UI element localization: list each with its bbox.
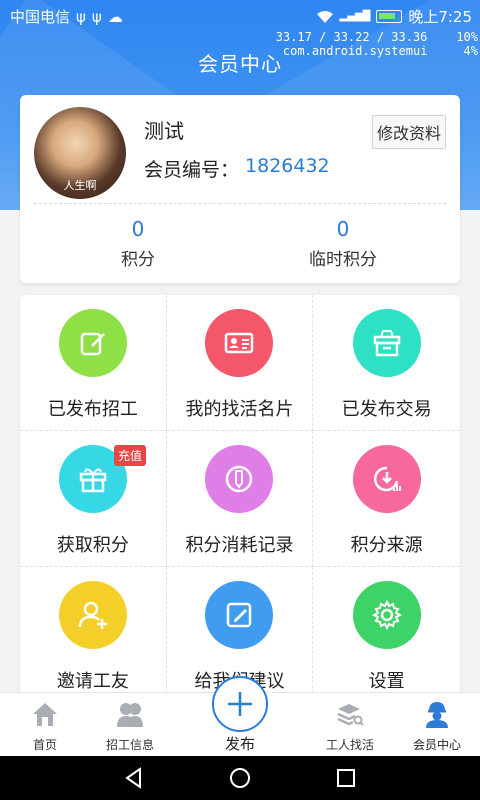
- menu-item-my-card[interactable]: 我的找活名片: [166, 295, 314, 431]
- publish-button[interactable]: [212, 676, 268, 732]
- download-chart-icon: [352, 445, 421, 513]
- points-label: 积分: [121, 250, 155, 270]
- battery-icon: [376, 10, 403, 23]
- plus-icon: [228, 692, 252, 716]
- menu-label: 设置: [368, 671, 405, 692]
- home-icon: [33, 703, 57, 726]
- divider: [34, 203, 446, 204]
- member-id-row: 会员编号： 1826432: [144, 155, 330, 182]
- stack-search-icon: [337, 704, 364, 726]
- nav-hire-label: 招工信息: [105, 738, 154, 752]
- menu-grid: 已发布招工 我的找活名片 已发布交易 充值 获取积分 积分消耗记录 积分来源 邀…: [20, 295, 460, 695]
- menu-item-points-source[interactable]: 积分来源: [313, 431, 460, 567]
- menu-label: 邀请工友: [56, 671, 129, 692]
- avatar[interactable]: 人生啊: [34, 107, 126, 199]
- home-circle-icon[interactable]: [228, 766, 252, 790]
- feedback-edit-icon: [205, 581, 274, 649]
- status-bar: 中国电信 ψ ψ ☁ ▂▄▆█ 晚上7:25: [0, 0, 480, 32]
- menu-item-points-usage[interactable]: 积分消耗记录: [166, 431, 314, 567]
- nav-member-label: 会员中心: [412, 738, 461, 752]
- nav-find-work-label: 工人找活: [325, 738, 374, 752]
- temp-points-value: 0: [336, 217, 350, 241]
- nav-home[interactable]: 首页: [0, 699, 90, 753]
- pencil-circle-icon: [205, 445, 274, 513]
- user-name: 测试: [144, 119, 184, 143]
- publish-label: 发布: [224, 735, 255, 753]
- system-nav-bar: [0, 756, 480, 800]
- menu-item-settings[interactable]: 设置: [313, 567, 460, 695]
- back-icon[interactable]: [122, 766, 146, 790]
- recents-icon[interactable]: [334, 766, 358, 790]
- menu-item-invite[interactable]: 邀请工友: [20, 567, 167, 695]
- wifi-icon: [316, 10, 333, 23]
- add-user-icon: [58, 581, 127, 649]
- menu-label: 积分消耗记录: [185, 535, 294, 556]
- worker-icon: [426, 702, 448, 728]
- gear-icon: [352, 581, 421, 649]
- menu-item-published-trades[interactable]: 已发布交易: [313, 295, 460, 431]
- people-icon: [117, 703, 143, 727]
- nav-home-label: 首页: [32, 738, 57, 752]
- temp-points-label: 临时积分: [309, 250, 377, 270]
- signal-icon: ▂▄▆█: [339, 11, 371, 22]
- nav-hire-info[interactable]: 招工信息: [85, 699, 175, 753]
- menu-label: 获取积分: [56, 535, 129, 556]
- clock: 晚上7:25: [408, 8, 472, 26]
- id-card-icon: [205, 309, 274, 377]
- member-id-value: 1826432: [245, 155, 330, 177]
- member-id-label: 会员编号：: [144, 159, 240, 181]
- points-stat[interactable]: 0 积分: [58, 217, 218, 270]
- menu-label: 已发布交易: [341, 399, 432, 420]
- usb-icon: ψ: [76, 7, 86, 26]
- menu-item-get-points[interactable]: 充值 获取积分: [20, 431, 167, 567]
- menu-label: 已发布招工: [47, 399, 138, 420]
- menu-label: 我的找活名片: [185, 399, 294, 420]
- edit-profile-button[interactable]: 修改资料: [371, 115, 446, 149]
- carrier-label: 中国电信: [10, 8, 71, 26]
- box-icon: [352, 309, 421, 377]
- recharge-badge: 充值: [114, 445, 147, 466]
- cloud-icon: ☁: [107, 7, 123, 26]
- avatar-caption: 人生啊: [63, 179, 97, 192]
- profile-card: 人生啊 测试 修改资料 会员编号： 1826432 0 积分 0 临时积分: [20, 95, 460, 283]
- menu-label: 积分来源: [350, 535, 423, 556]
- edit-icon: [58, 309, 127, 377]
- page-title: 会员中心: [198, 52, 282, 76]
- usb-icon: ψ: [91, 7, 102, 26]
- menu-item-published-jobs[interactable]: 已发布招工: [20, 295, 167, 431]
- nav-member-center[interactable]: 会员中心: [392, 699, 480, 753]
- temp-points-stat[interactable]: 0 临时积分: [263, 217, 423, 270]
- nav-find-work[interactable]: 工人找活: [305, 699, 395, 753]
- points-value: 0: [131, 217, 145, 241]
